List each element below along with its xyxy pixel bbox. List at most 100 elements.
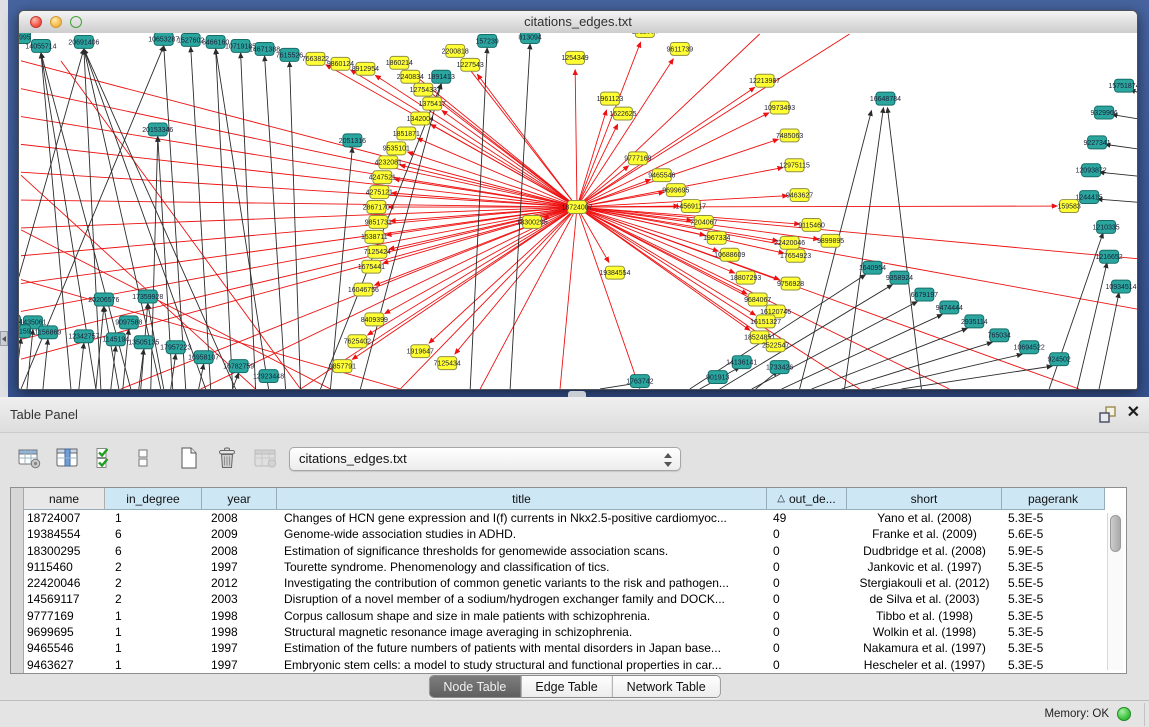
graph-node[interactable]: 924502 (1047, 353, 1070, 366)
graph-node[interactable]: 12213987 (749, 74, 780, 87)
close-panel-icon[interactable]: ✕ (1127, 403, 1140, 422)
table-row[interactable]: 1456911722003Disruption of a novel membe… (24, 591, 1105, 607)
graph-node[interactable]: 2867170 (363, 201, 390, 214)
graph-node[interactable]: 7125424 (364, 245, 391, 258)
graph-node[interactable]: 14136141 (726, 356, 757, 369)
graph-node[interactable]: 1860214 (386, 56, 413, 69)
graph-node[interactable]: 1210335 (1092, 220, 1119, 233)
graph-node[interactable]: 7204067 (690, 215, 717, 228)
graph-node[interactable]: 20206576 (88, 293, 119, 306)
graph-node[interactable]: 6679197 (911, 288, 938, 301)
table-row[interactable]: 1830029562008Estimation of significance … (24, 543, 1105, 559)
graph-node[interactable]: 1216652 (1095, 250, 1122, 263)
graph-node[interactable]: 765034 (988, 329, 1011, 342)
graph-node[interactable]: 1733426 (766, 361, 793, 374)
memory-status-icon[interactable] (1117, 707, 1131, 721)
graph-node[interactable]: 1675441 (358, 260, 385, 273)
graph-node[interactable]: 9777169 (624, 152, 651, 165)
graph-node[interactable]: 1811304 (632, 33, 659, 37)
graph-node[interactable]: 9611739 (666, 42, 693, 55)
graph-node[interactable]: 10973493 (764, 101, 795, 114)
graph-node[interactable]: 9535101 (383, 142, 410, 155)
delete-column-icon[interactable] (214, 445, 240, 471)
graph-node[interactable]: 10653287 (148, 33, 179, 45)
graph-node[interactable]: 1538711 (361, 230, 388, 243)
graph-node[interactable]: 901913 (706, 371, 729, 384)
graph-node[interactable]: 17654923 (780, 249, 811, 262)
column-selection-icon[interactable] (92, 445, 118, 471)
table-row[interactable]: 946362711997Embryonic stem cells: a mode… (24, 657, 1105, 673)
graph-node[interactable]: 1527602 (177, 33, 204, 46)
close-window-icon[interactable] (30, 16, 42, 28)
column-header-short[interactable]: short (847, 488, 1002, 510)
table-selector-dropdown[interactable]: citations_edges.txt (289, 447, 681, 471)
graph-node[interactable]: 4275121 (366, 186, 393, 199)
tab-network-table[interactable]: Network Table (613, 676, 720, 697)
table-row[interactable]: 1872400712008Changes of HCN gene express… (24, 510, 1105, 526)
graph-node[interactable]: 1967334 (703, 231, 730, 244)
network-canvas[interactable]: 1699514055714206914061065328715276026466… (19, 33, 1137, 389)
graph-node[interactable]: 2522547 (762, 339, 789, 352)
graph-node[interactable]: 1891413 (428, 70, 455, 83)
graph-node[interactable]: 1244415 (1075, 191, 1102, 204)
graph-node[interactable]: 1254349 (561, 51, 588, 64)
graph-node[interactable]: 20691406 (68, 35, 99, 48)
column-header-title[interactable]: title (277, 488, 767, 510)
graph-node[interactable]: 16648784 (870, 92, 901, 105)
graph-node[interactable]: 2935114 (961, 315, 988, 328)
column-header-out_de[interactable]: △out_de... (767, 488, 847, 510)
table-mode-icon[interactable] (16, 445, 42, 471)
graph-node[interactable]: 8409399 (361, 313, 388, 326)
graph-node[interactable]: 7615526 (276, 48, 303, 61)
graph-node[interactable]: 2200818 (442, 44, 469, 57)
window-titlebar[interactable]: citations_edges.txt (19, 11, 1137, 34)
graph-node[interactable]: 1227543 (457, 58, 484, 71)
graph-node[interactable]: 16046756 (348, 283, 379, 296)
graph-node[interactable]: 10934514 (1105, 280, 1136, 293)
graph-node[interactable]: 9860124 (327, 57, 354, 70)
graph-node[interactable]: 1375417 (419, 97, 446, 110)
graph-node[interactable]: 18807293 (730, 271, 761, 284)
graph-node[interactable]: 9756928 (777, 277, 804, 290)
graph-node[interactable]: 7125434 (434, 357, 461, 370)
graph-node[interactable]: 15751874 (1108, 79, 1137, 92)
graph-node[interactable]: 9329966 (1090, 106, 1117, 119)
table-row[interactable]: 969969511998Structural magnetic resonanc… (24, 624, 1105, 640)
graph-node[interactable]: 9227341 (1083, 136, 1110, 149)
graph-node[interactable]: 9358924 (886, 271, 913, 284)
float-window-icon[interactable] (1098, 405, 1117, 424)
graph-node[interactable]: 1919647 (407, 345, 434, 358)
graph-node[interactable]: 1640954 (859, 261, 886, 274)
scrollbar-thumb[interactable] (1110, 515, 1121, 552)
graph-node[interactable]: 7625402 (344, 335, 371, 348)
graph-node[interactable]: 8912954 (352, 62, 379, 75)
graph-node[interactable]: 1961123 (597, 92, 624, 105)
graph-node[interactable]: 813094 (518, 33, 541, 43)
graph-node[interactable]: 1763742 (626, 375, 653, 388)
graph-node[interactable]: 9857791 (329, 360, 356, 373)
table-row[interactable]: 977716911998Corpus callosum shape and si… (24, 608, 1105, 624)
graph-node[interactable]: 9115460 (798, 218, 825, 231)
graph-node[interactable]: 7485063 (776, 129, 803, 142)
column-header-in_degree[interactable]: in_degree (105, 488, 202, 510)
graph-node[interactable]: 9684067 (744, 293, 771, 306)
zoom-window-icon[interactable] (70, 16, 82, 28)
graph-node[interactable]: 2051316 (339, 134, 366, 147)
graph-node[interactable]: 12093872 (1076, 164, 1107, 177)
graph-node[interactable]: 12342757 (68, 330, 99, 343)
table-row[interactable]: 1938455462009Genome-wide association stu… (24, 526, 1105, 542)
graph-node[interactable]: 157239 (476, 34, 499, 47)
graph-node[interactable]: 4232081 (375, 156, 402, 169)
graph-node[interactable]: 9851731 (365, 215, 392, 228)
tab-edge-table[interactable]: Edge Table (521, 676, 612, 697)
graph-node[interactable]: 9899895 (817, 234, 844, 247)
create-column-icon[interactable] (176, 445, 202, 471)
graph-node[interactable]: 159583 (1057, 200, 1080, 213)
minimize-window-icon[interactable] (50, 16, 62, 28)
graph-node[interactable]: 2240834 (397, 70, 424, 83)
graph-node[interactable]: 16995 (19, 33, 31, 43)
graph-node[interactable]: 9699695 (662, 184, 689, 197)
column-header-name[interactable]: name (24, 488, 105, 510)
row-selection-icon[interactable] (130, 445, 156, 471)
graph-node[interactable]: 1275433 (410, 83, 437, 96)
